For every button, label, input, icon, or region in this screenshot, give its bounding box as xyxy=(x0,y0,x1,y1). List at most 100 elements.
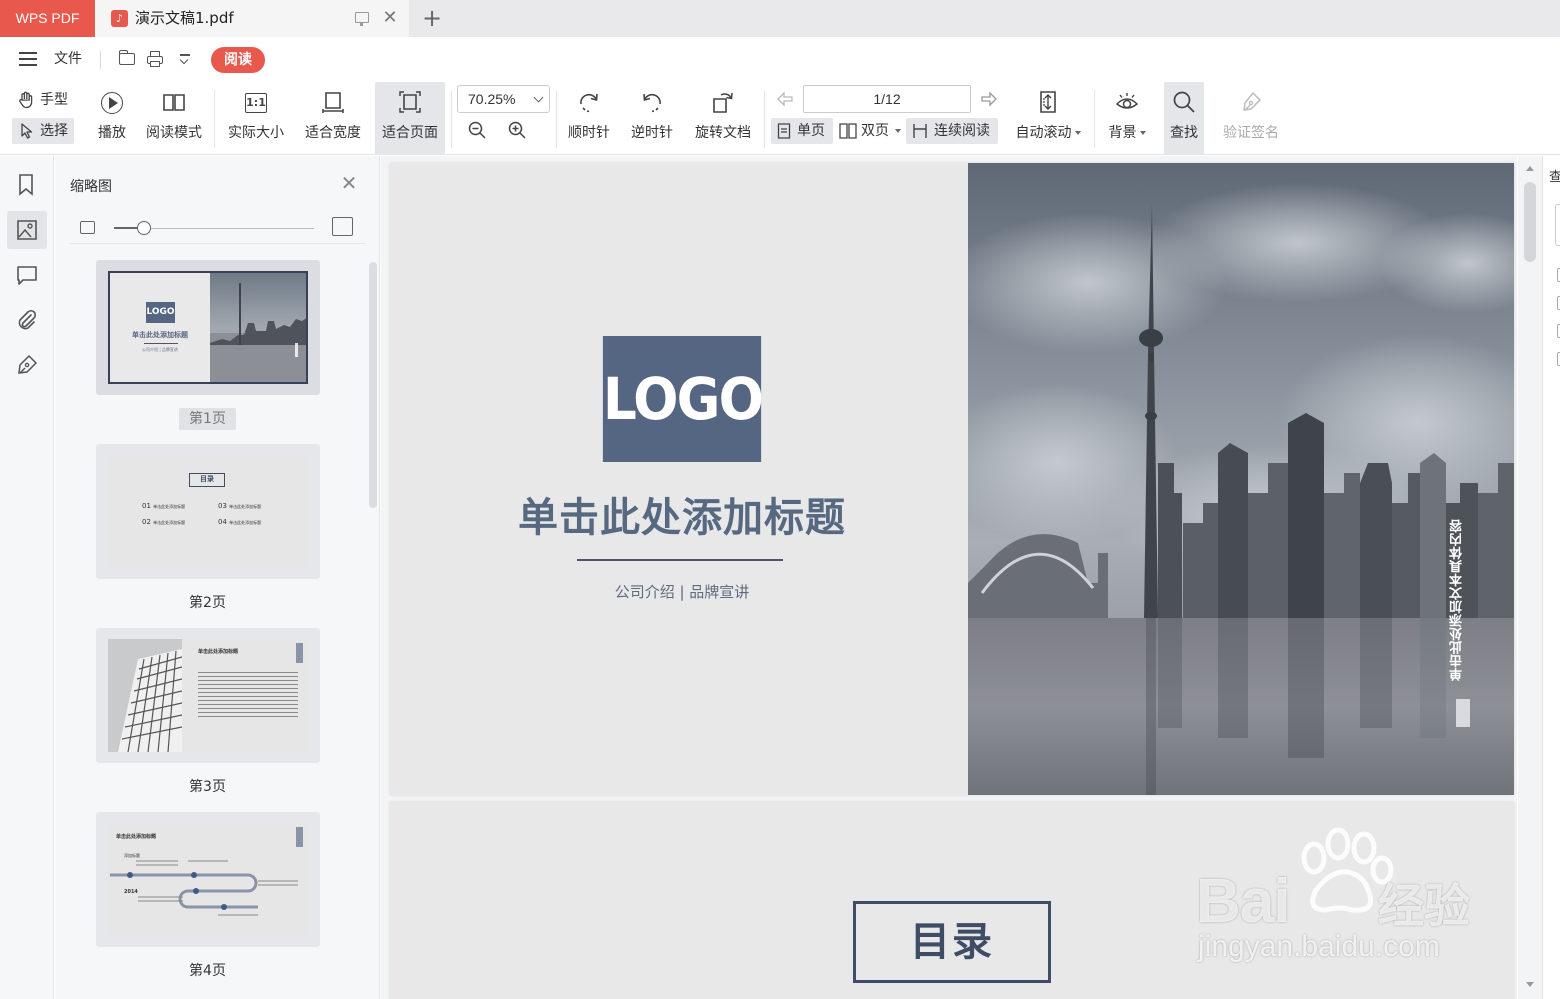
rail-attachments-button[interactable] xyxy=(7,301,47,339)
new-tab-button[interactable]: + xyxy=(420,5,444,31)
double-page-button[interactable]: 双页 xyxy=(837,118,905,144)
fit-page-label: 适合页面 xyxy=(382,125,438,141)
document-scrollbar[interactable] xyxy=(1518,156,1542,999)
rail-signature-button[interactable] xyxy=(7,346,47,384)
scroll-down-arrow-icon[interactable] xyxy=(1526,982,1534,987)
find-input[interactable] xyxy=(1555,204,1560,246)
auto-scroll-button[interactable]: 自动滚动 xyxy=(1010,82,1086,155)
caret-down-icon xyxy=(1139,131,1146,135)
single-page-button[interactable]: 单页 xyxy=(771,118,833,144)
rotate-document-button[interactable]: 旋转文档 xyxy=(688,82,758,155)
thumbnail-scrollbar[interactable] xyxy=(369,262,377,508)
monitor-icon[interactable] xyxy=(355,12,369,26)
thumbnail-label-4: 第4页 xyxy=(189,963,226,979)
cursor-arrow-icon xyxy=(21,123,33,139)
thumbnail-size-slider[interactable] xyxy=(137,221,151,235)
read-mode-button[interactable]: 阅读模式 xyxy=(140,82,208,155)
rotate-clockwise-icon xyxy=(580,93,598,113)
document-viewport[interactable]: LOGO 单击此处添加标题 公司介绍 | 品牌宣讲 单击此处添加文本具体内容 目… xyxy=(381,156,1517,999)
divider xyxy=(764,90,765,148)
tab-bar: WPS PDF ♪ 演示文稿1.pdf ✕ + xyxy=(0,0,1560,37)
page-number-input[interactable]: 1/12 xyxy=(803,85,971,113)
thumbnail-page-2[interactable]: 目录 01 单击此处添加标题 02 单击此处添加标题 03 单击此处添加标题 0… xyxy=(96,444,320,579)
thumbnail-page-1[interactable]: LOGO 单击此处添加标题 公司介绍 | 品牌宣讲 xyxy=(96,260,320,395)
rotate-counterclockwise-icon xyxy=(643,93,661,113)
rotate-clockwise-button[interactable]: 顺时针 xyxy=(562,82,616,155)
hand-icon xyxy=(19,91,33,109)
caption-accent-bar xyxy=(1456,699,1470,727)
hand-tool-label: 手型 xyxy=(40,92,68,108)
rotate-document-label: 旋转文档 xyxy=(695,125,751,141)
read-mode-label: 阅读模式 xyxy=(146,125,202,141)
large-image-icon[interactable] xyxy=(332,217,353,236)
zoom-in-icon[interactable] xyxy=(507,120,527,140)
small-image-icon[interactable] xyxy=(80,221,95,234)
hand-tool-button[interactable]: 手型 xyxy=(12,87,74,113)
actual-size-label: 实际大小 xyxy=(228,125,284,141)
app-tab[interactable]: WPS PDF xyxy=(0,0,95,37)
print-icon[interactable] xyxy=(147,51,163,67)
rotate-counterclockwise-button[interactable]: 逆时针 xyxy=(625,82,679,155)
divider xyxy=(451,90,452,148)
background-label: 背景 xyxy=(1102,122,1152,142)
thumb-p4-year: 2014 xyxy=(124,889,138,895)
document-tab[interactable]: ♪ 演示文稿1.pdf ✕ xyxy=(95,0,409,37)
page-subtitle: 公司介绍 | 品牌宣讲 xyxy=(614,583,750,601)
read-mode-tab-button[interactable]: 阅读 xyxy=(211,47,265,73)
rail-thumbnails-button[interactable] xyxy=(7,211,47,249)
thumbnail-label-3: 第3页 xyxy=(189,779,226,795)
hamburger-menu-icon[interactable] xyxy=(19,52,37,66)
thumb-toc-item-4: 04 单击此处添加标题 xyxy=(218,518,262,526)
fit-page-button[interactable]: 适合页面 xyxy=(375,82,445,155)
vertical-caption: 单击此处添加文本具体内容 xyxy=(1450,519,1465,681)
signature-pen-icon xyxy=(18,354,38,374)
thumbnail-page-3[interactable]: 单击此处添加标题 xyxy=(96,628,320,763)
thumb-title: 单击此处添加标题 xyxy=(132,331,188,339)
open-book-icon xyxy=(163,94,185,111)
background-button[interactable]: 背景 xyxy=(1102,82,1152,155)
file-menu[interactable]: 文件 xyxy=(54,37,82,82)
close-panel-icon[interactable]: ✕ xyxy=(340,173,358,193)
caret-down-icon xyxy=(1074,131,1081,135)
zoom-out-icon[interactable] xyxy=(467,120,487,140)
thumb-subtitle: 公司介绍 | 品牌宣讲 xyxy=(142,347,178,352)
rail-bookmarks-button[interactable] xyxy=(7,166,47,204)
paperclip-icon xyxy=(18,309,37,330)
find-button[interactable]: 查找 xyxy=(1164,82,1204,155)
single-page-icon xyxy=(777,123,791,139)
divider xyxy=(556,90,557,148)
single-page-label: 单页 xyxy=(797,123,825,139)
double-page-icon xyxy=(839,123,857,139)
previous-page-icon[interactable] xyxy=(776,91,794,107)
thumbnail-size-slider-row xyxy=(70,216,365,244)
scroll-up-arrow-icon[interactable] xyxy=(1526,166,1534,171)
customize-dropdown-icon[interactable] xyxy=(180,54,192,66)
actual-size-button[interactable]: 1:1 实际大小 xyxy=(222,82,290,155)
thumb-logo: LOGO xyxy=(146,302,175,323)
thumb-timeline xyxy=(110,860,298,916)
rail-comments-button[interactable] xyxy=(7,256,47,294)
open-folder-icon[interactable] xyxy=(119,50,135,65)
page-title: 单击此处添加标题 xyxy=(518,495,846,541)
thumbnail-label-text: 第1页 xyxy=(179,408,236,430)
verify-signature-button[interactable]: 验证签名 xyxy=(1216,82,1286,155)
image-icon xyxy=(17,220,37,240)
rotate-counterclockwise-label: 逆时针 xyxy=(631,125,673,141)
menu-row: 文件 阅读 xyxy=(0,37,1560,82)
continuous-reading-button[interactable]: 连续阅读 xyxy=(906,118,998,144)
fit-width-button[interactable]: 适合宽度 xyxy=(298,82,368,155)
fit-width-label: 适合宽度 xyxy=(305,125,361,141)
next-page-icon[interactable] xyxy=(980,91,998,107)
thumbnail-page-4[interactable]: 单击此处添加标题 2014 添加标题 xyxy=(96,812,320,947)
thumbnail-preview: 单击此处添加标题 xyxy=(108,639,308,752)
play-button[interactable]: 播放 xyxy=(88,82,136,155)
zoom-level-select[interactable]: 70.25% xyxy=(457,85,550,113)
thumbnail-label-2: 第2页 xyxy=(189,595,226,611)
close-tab-icon[interactable]: ✕ xyxy=(380,8,400,28)
scrollbar-thumb[interactable] xyxy=(1524,182,1536,262)
divider xyxy=(100,51,101,69)
select-tool-button[interactable]: 选择 xyxy=(12,118,74,144)
comment-icon xyxy=(17,266,37,285)
thumb-p4-accent xyxy=(296,827,303,847)
pdf-file-icon: ♪ xyxy=(111,10,128,27)
